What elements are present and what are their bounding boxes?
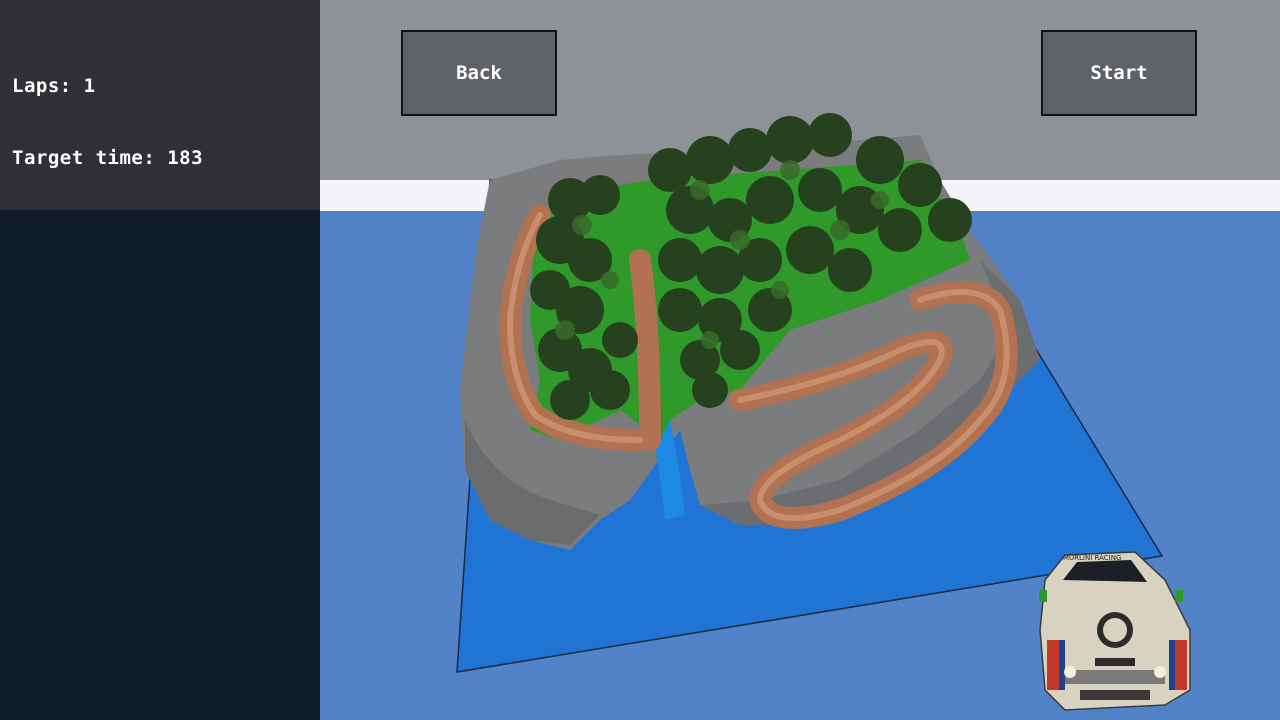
game-screen: Laps: 1 Target time: 183 MURLINI RACING … — [0, 0, 1280, 720]
back-button[interactable]: Back — [401, 30, 557, 116]
target-time: Target time: 183 — [12, 147, 204, 169]
laps-count: Laps: 1 — [12, 75, 96, 97]
car-decal: MURLINI RACING — [1063, 554, 1121, 562]
race-info-panel: Laps: 1 Target time: 183 — [0, 0, 320, 210]
start-button[interactable]: Start — [1041, 30, 1197, 116]
